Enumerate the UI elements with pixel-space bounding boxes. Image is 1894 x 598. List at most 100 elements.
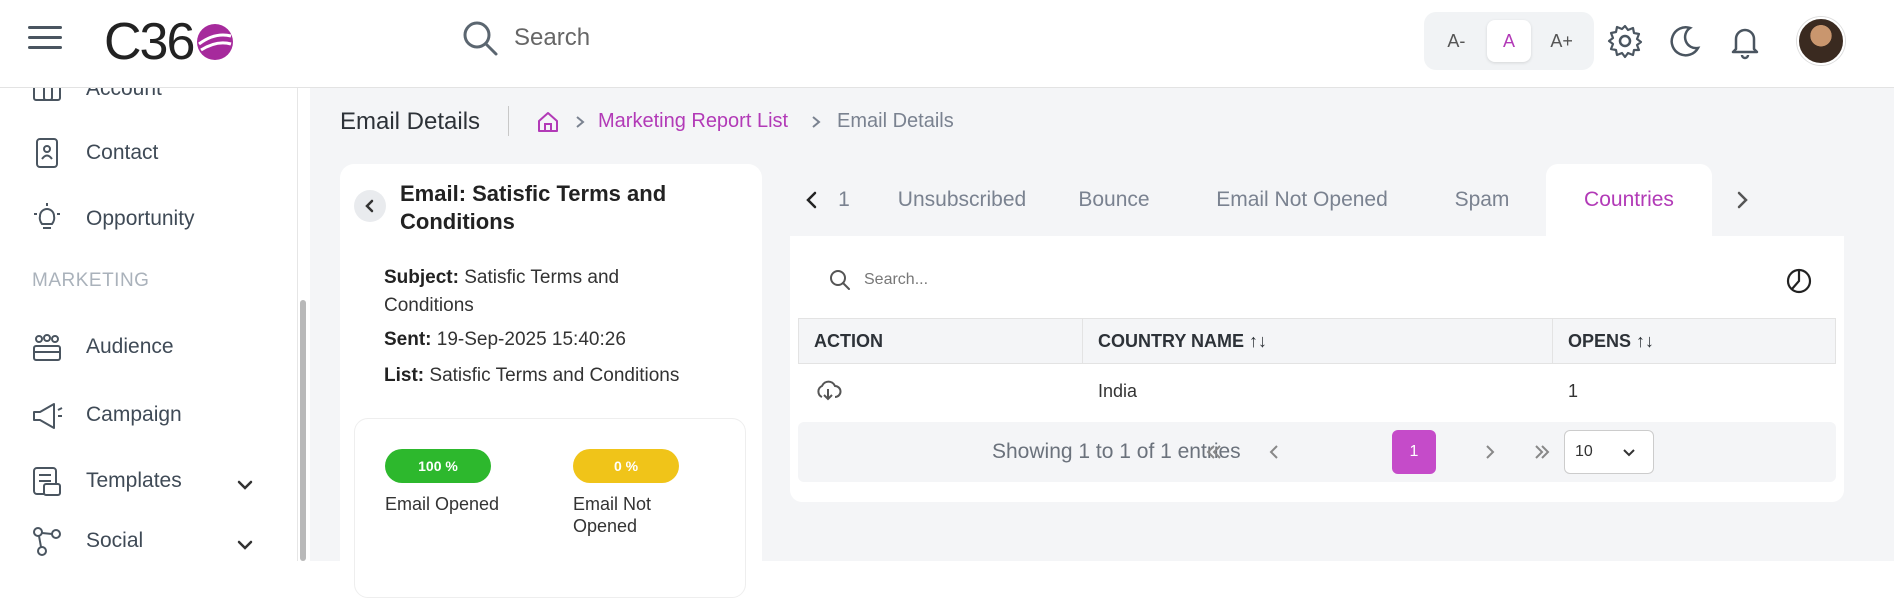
sidebar-scrollbar[interactable] — [300, 300, 306, 561]
not-opened-label: Email Not Opened — [573, 494, 652, 536]
sidebar-item-label: Audience — [86, 335, 174, 358]
user-avatar[interactable] — [1797, 17, 1845, 65]
sidebar-item-label: Campaign — [86, 403, 182, 426]
sidebar-item-label: Opportunity — [86, 207, 195, 230]
tab-countries[interactable]: Countries — [1546, 164, 1712, 236]
tab-partial[interactable]: 1 — [834, 164, 854, 236]
email-subject: Subject: Satisfic Terms and Conditions — [384, 264, 714, 320]
opened-pct-badge: 100 % — [385, 449, 491, 483]
page-size-select[interactable]: 10 — [1564, 430, 1654, 474]
bell-icon[interactable] — [1726, 22, 1764, 60]
tab-scroll-left-icon[interactable] — [798, 186, 826, 214]
subject-label: Subject: — [384, 267, 459, 288]
tab-spam[interactable]: Spam — [1434, 164, 1530, 236]
tab-bounce[interactable]: Bounce — [1062, 164, 1166, 236]
email-title: Email: Satisfic Terms and Conditions — [400, 181, 667, 234]
pagination: Showing 1 to 1 of 1 entries 1 10 — [798, 422, 1836, 482]
main-content: Email Details Marketing Report List Emai… — [310, 88, 1894, 598]
country-cell: India — [1098, 380, 1138, 401]
countries-panel: Search... ACTION COUNTRY NAME ↑↓ OPENS ↑… — [790, 236, 1844, 502]
countries-table: ACTION COUNTRY NAME ↑↓ OPENS ↑↓ India 1 — [798, 318, 1836, 418]
chevron-down-icon — [1623, 449, 1635, 457]
sent-value: 19-Sep-2025 15:40:26 — [436, 329, 626, 350]
sidebar-item-social[interactable]: Social — [30, 524, 143, 558]
tab-scroll-right-icon[interactable] — [1728, 186, 1756, 214]
list-label: List: — [384, 365, 425, 386]
sidebar-item-templates[interactable]: Templates — [30, 464, 182, 498]
font-size-controls: A- A A+ — [1424, 12, 1594, 70]
sidebar-section-marketing: MARKETING — [32, 270, 150, 291]
sent-label: Sent: — [384, 329, 432, 350]
stats-box: 100 % Email Opened 0 % Email Not Opened — [354, 418, 746, 598]
pie-chart-icon[interactable] — [1784, 266, 1814, 296]
account-icon — [33, 88, 61, 101]
lightbulb-icon — [34, 203, 60, 229]
logo-text: C36 — [104, 13, 195, 71]
cloud-download-icon[interactable] — [814, 377, 842, 405]
hamburger-menu-icon[interactable] — [28, 26, 62, 56]
app-logo[interactable]: C36 — [104, 12, 235, 72]
breadcrumb-separator-icon — [812, 116, 821, 128]
chevron-down-icon[interactable] — [234, 534, 256, 556]
tab-email-not-opened[interactable]: Email Not Opened — [1190, 164, 1414, 236]
audience-icon — [33, 334, 61, 361]
sidebar-item-label: Templates — [86, 469, 182, 492]
gear-icon[interactable] — [1606, 22, 1644, 60]
sidebar: Account Contact Opportunity MARKETING Au… — [0, 88, 298, 561]
email-sent: Sent: 19-Sep-2025 15:40:26 — [384, 326, 714, 354]
email-info-card: Email: Satisfic Terms and Conditions Sub… — [340, 164, 762, 598]
search-icon — [830, 270, 850, 290]
last-page-icon[interactable] — [1530, 440, 1554, 464]
breadcrumb-link[interactable]: Marketing Report List — [598, 110, 788, 133]
opens-cell: 1 — [1568, 380, 1579, 401]
title-divider — [508, 106, 509, 136]
col-header-action: ACTION — [799, 319, 1083, 363]
list-value: Satisfic Terms and Conditions — [429, 365, 680, 386]
table-search-placeholder: Search... — [864, 271, 929, 288]
home-icon[interactable] — [536, 110, 560, 134]
first-page-icon[interactable] — [1202, 440, 1226, 464]
back-button[interactable] — [354, 190, 386, 222]
opened-label: Email Opened — [385, 494, 500, 514]
action-cell — [798, 364, 1082, 418]
col-header-opens[interactable]: OPENS ↑↓ — [1553, 319, 1835, 363]
sidebar-item-campaign[interactable]: Campaign — [30, 398, 182, 432]
email-list: List: Satisfic Terms and Conditions — [384, 362, 714, 390]
tab-unsubscribed[interactable]: Unsubscribed — [882, 164, 1042, 236]
sidebar-item-label: Account — [86, 88, 162, 100]
contact-icon — [36, 138, 58, 168]
not-opened-pct-badge: 0 % — [573, 449, 679, 483]
table-search-input[interactable]: Search... — [828, 268, 928, 292]
search-icon — [463, 21, 498, 56]
logo-mark-icon — [197, 24, 234, 60]
sidebar-item-account[interactable]: Account — [30, 88, 162, 106]
table-row: India 1 — [798, 364, 1836, 418]
font-increase-button[interactable]: A+ — [1540, 20, 1584, 62]
chevron-left-icon — [365, 199, 374, 213]
sidebar-item-contact[interactable]: Contact — [30, 136, 158, 170]
font-decrease-button[interactable]: A- — [1434, 20, 1478, 62]
global-search[interactable]: Search — [460, 18, 590, 58]
next-page-icon[interactable] — [1478, 440, 1502, 464]
megaphone-icon — [33, 403, 63, 429]
breadcrumb-separator-icon — [576, 116, 585, 128]
chevron-down-icon[interactable] — [234, 474, 256, 496]
sidebar-item-opportunity[interactable]: Opportunity — [30, 202, 195, 236]
col-header-country[interactable]: COUNTRY NAME ↑↓ — [1083, 319, 1553, 363]
prev-page-icon[interactable] — [1262, 440, 1286, 464]
sidebar-item-audience[interactable]: Audience — [30, 330, 174, 364]
moon-icon[interactable] — [1666, 22, 1704, 60]
sidebar-item-label: Contact — [86, 141, 159, 164]
page-title: Email Details — [340, 108, 481, 135]
templates-icon — [33, 467, 61, 496]
report-tabs: 1 Unsubscribed Bounce Email Not Opened S… — [790, 164, 1844, 236]
table-header: ACTION COUNTRY NAME ↑↓ OPENS ↑↓ — [798, 318, 1836, 364]
sidebar-item-label: Social — [86, 529, 144, 552]
page-button-current[interactable]: 1 — [1392, 430, 1436, 474]
breadcrumb-current: Email Details — [837, 110, 954, 132]
top-bar: C36 Search A- A A+ — [0, 0, 1894, 88]
share-icon — [33, 527, 61, 556]
page-size-value: 10 — [1575, 443, 1593, 460]
search-placeholder: Search — [514, 24, 591, 51]
font-normal-button[interactable]: A — [1486, 20, 1531, 62]
